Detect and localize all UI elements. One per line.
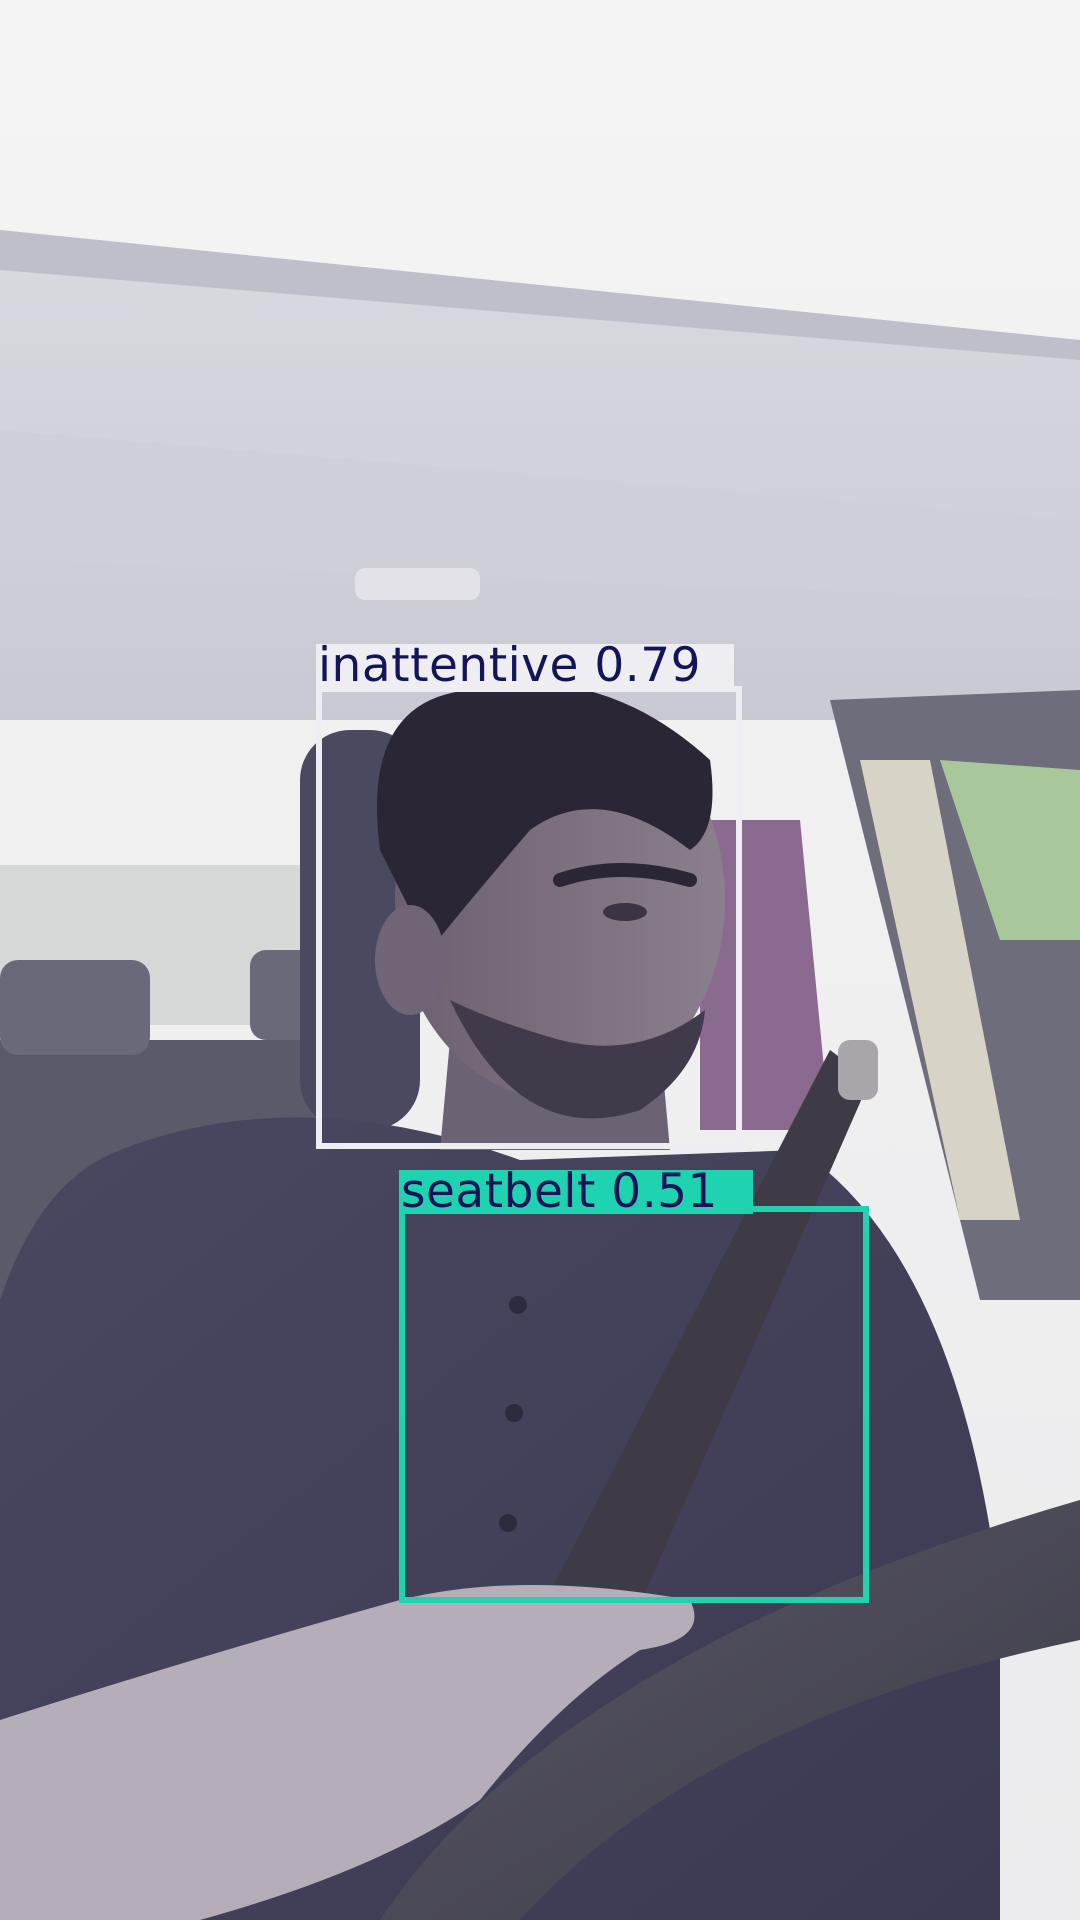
inattentive-detection-label: inattentive 0.79 (316, 642, 734, 689)
dome-light (355, 568, 480, 600)
seatbelt-detection-box (399, 1206, 869, 1603)
seatbelt-detection-label: seatbelt 0.51 (399, 1168, 753, 1215)
seatbelt-anchor (838, 1040, 878, 1100)
rear-headrest-left (0, 960, 150, 1055)
dashcam-scene: inattentive 0.79 seatbelt 0.51 (0, 0, 1080, 1920)
inattentive-detection-box (316, 686, 742, 1149)
